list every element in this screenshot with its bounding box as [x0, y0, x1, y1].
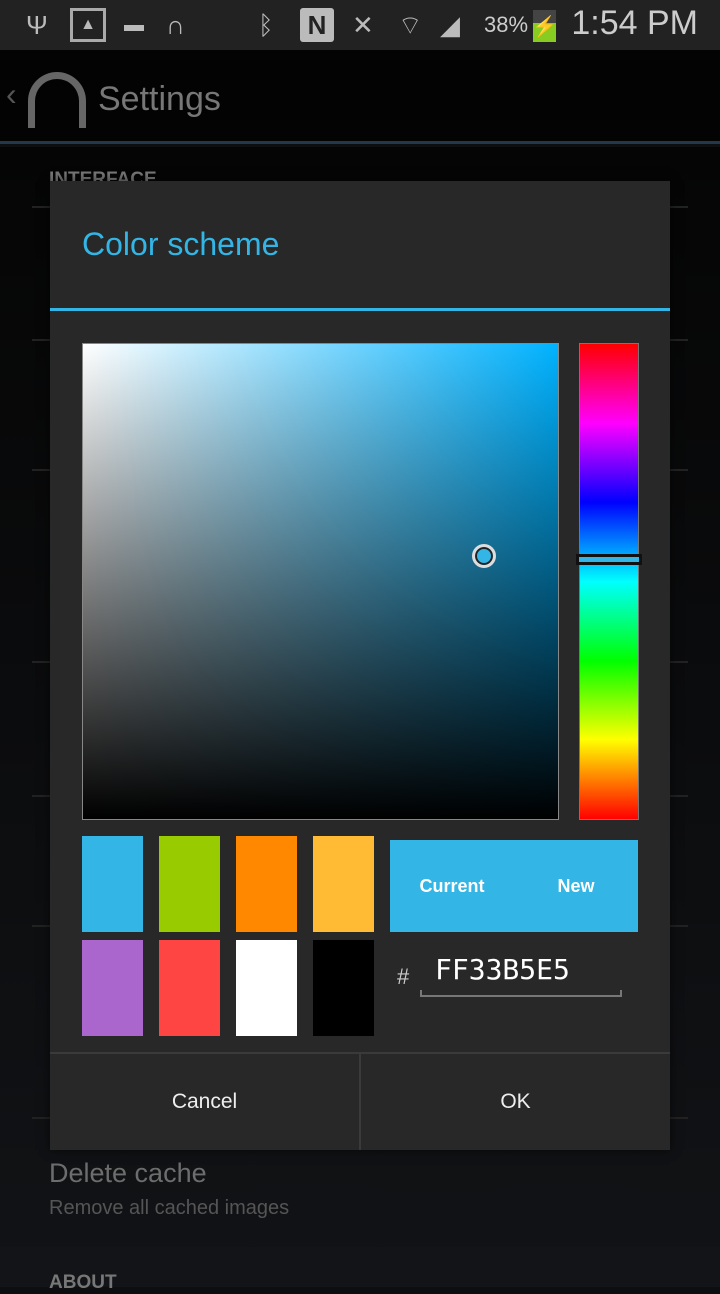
wifi-icon: ⌔	[398, 9, 423, 40]
saturation-value-picker[interactable]	[82, 343, 559, 820]
back-chevron-icon[interactable]: ‹	[6, 76, 17, 113]
headphones-app-icon[interactable]	[28, 72, 86, 128]
sd-card-icon: ▬	[124, 13, 144, 36]
swatch-green[interactable]	[159, 836, 220, 932]
color-scheme-dialog: Color scheme Current New # FF33B5E5 Canc…	[50, 181, 670, 1150]
hex-input[interactable]: FF33B5E5	[420, 953, 622, 997]
swatch-white[interactable]	[236, 940, 297, 1036]
swatch-purple[interactable]	[82, 940, 143, 1036]
cancel-button[interactable]: Cancel	[50, 1054, 359, 1150]
ok-button[interactable]: OK	[359, 1054, 670, 1150]
dialog-title: Color scheme	[82, 226, 280, 262]
swatch-red[interactable]	[159, 940, 220, 1036]
page-title: Settings	[98, 80, 221, 118]
new-color-label: New	[557, 876, 595, 896]
headphones-icon: ∩	[166, 9, 185, 40]
swatch-black[interactable]	[313, 940, 374, 1036]
color-preview: Current New	[390, 840, 638, 932]
nfc-icon: N	[300, 8, 334, 42]
current-color-label[interactable]: Current	[390, 840, 514, 932]
bluetooth-icon: ᛒ	[258, 9, 274, 40]
sv-marker-handle[interactable]	[472, 544, 496, 568]
hue-slider-handle[interactable]	[576, 554, 642, 565]
hue-slider[interactable]	[579, 343, 639, 820]
section-header-about: ABOUT	[49, 1272, 117, 1293]
delete-cache-summary: Remove all cached images	[49, 1197, 290, 1219]
swatch-blue[interactable]	[82, 836, 143, 932]
battery-percent: 38%	[484, 12, 529, 37]
mute-icon: ✕	[352, 9, 374, 40]
delete-cache-title[interactable]: Delete cache	[49, 1158, 207, 1189]
dialog-buttons: Cancel OK	[50, 1052, 670, 1150]
swatch-orange[interactable]	[236, 836, 297, 932]
usb-icon: Ψ	[26, 9, 48, 40]
status-bar: Ψ ▲ ▬ ∩ ᛒ N ✕ ⌔ ◢ 38% ⚡ 1:54 PM	[0, 0, 720, 50]
clock: 1:54 PM	[571, 4, 698, 42]
battery-charging-icon: ⚡	[532, 10, 557, 42]
hex-prefix: #	[397, 964, 410, 989]
image-icon: ▲	[70, 8, 106, 42]
swatch-light-orange[interactable]	[313, 836, 374, 932]
about-section: ABOUT	[0, 1247, 720, 1293]
title-divider	[50, 308, 670, 311]
signal-icon: ◢	[440, 9, 460, 40]
action-bar: ‹ Settings	[0, 50, 720, 144]
